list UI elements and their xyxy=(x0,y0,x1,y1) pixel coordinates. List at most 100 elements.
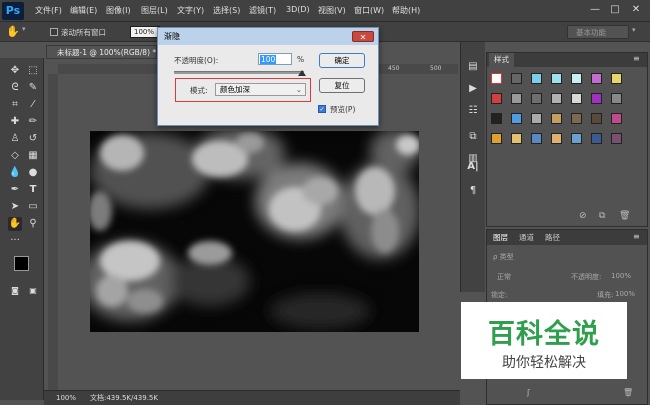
document-tab[interactable]: 未标题-1 @ 100%(RGB/8) * xyxy=(46,45,157,59)
style-swatch[interactable] xyxy=(531,113,542,124)
opacity-input[interactable]: 100 xyxy=(258,53,292,65)
blur-tool-icon[interactable]: 💧 xyxy=(8,166,22,180)
style-swatch[interactable] xyxy=(491,73,502,84)
type-tool-icon[interactable]: T xyxy=(26,183,40,197)
layers-menu-icon[interactable]: ≡ xyxy=(633,232,640,241)
style-swatch[interactable] xyxy=(491,93,502,104)
style-swatch[interactable] xyxy=(571,113,582,124)
style-swatch[interactable] xyxy=(611,133,622,144)
tab-styles[interactable]: 样式 xyxy=(489,53,514,67)
ok-button[interactable]: 确定 xyxy=(319,53,365,68)
history-panel-icon[interactable]: ▤ xyxy=(466,60,480,74)
style-swatch[interactable] xyxy=(531,93,542,104)
clear-style-icon[interactable]: ⊘ xyxy=(579,211,587,221)
menu-image[interactable]: 图像(I) xyxy=(106,5,131,16)
close-button[interactable]: ✕ xyxy=(628,3,644,17)
menu-layer[interactable]: 图层(L) xyxy=(141,5,168,16)
style-swatch[interactable] xyxy=(491,133,502,144)
style-swatch[interactable] xyxy=(591,93,602,104)
clone-stamp-tool-icon[interactable]: ♙ xyxy=(8,132,22,146)
dialog-title[interactable]: 渐隐 xyxy=(158,28,378,45)
style-swatch[interactable] xyxy=(571,73,582,84)
quick-mask-icon[interactable]: ◙ xyxy=(8,284,22,298)
path-select-tool-icon[interactable]: ➤ xyxy=(8,200,22,214)
dialog-close-button[interactable]: ✕ xyxy=(352,31,374,42)
menu-file[interactable]: 文件(F) xyxy=(35,5,62,16)
properties-panel-icon[interactable]: ⧉ xyxy=(466,130,480,144)
scroll-all-windows-checkbox[interactable] xyxy=(50,28,58,36)
style-swatch[interactable] xyxy=(511,73,522,84)
workspace-select[interactable]: 基本功能 xyxy=(567,25,629,39)
style-swatch[interactable] xyxy=(591,73,602,84)
marquee-tool-icon[interactable]: ⬚ xyxy=(26,64,40,78)
reset-button[interactable]: 复位 xyxy=(319,78,365,93)
panel-menu-icon[interactable]: ≡ xyxy=(633,54,640,63)
minimize-button[interactable]: — xyxy=(587,3,603,17)
adjustments-panel-icon[interactable]: ☷ xyxy=(466,104,480,118)
style-swatch[interactable] xyxy=(511,133,522,144)
status-zoom[interactable]: 100% xyxy=(56,391,76,405)
history-brush-tool-icon[interactable]: ↺ xyxy=(26,132,40,146)
delete-layer-icon[interactable]: 🗑 xyxy=(623,388,633,397)
style-swatch[interactable] xyxy=(551,133,562,144)
opacity-slider-thumb[interactable] xyxy=(298,70,306,76)
brush-tool-icon[interactable]: ✏ xyxy=(26,115,40,129)
layer-opacity-value[interactable]: 100% xyxy=(611,272,631,280)
tab-layers[interactable]: 图层 xyxy=(493,230,508,245)
menu-edit[interactable]: 编辑(E) xyxy=(70,5,97,16)
lasso-tool-icon[interactable]: ᘓ xyxy=(8,81,22,95)
pen-tool-icon[interactable]: ✒ xyxy=(8,183,22,197)
foreground-color-swatch[interactable] xyxy=(14,256,29,271)
menu-help[interactable]: 帮助(H) xyxy=(392,5,420,16)
style-swatch[interactable] xyxy=(591,133,602,144)
paragraph-panel-icon[interactable]: ¶ xyxy=(466,184,480,198)
document-canvas[interactable] xyxy=(90,131,419,332)
screen-mode-icon[interactable]: ▣ xyxy=(26,284,40,298)
style-swatch[interactable] xyxy=(491,113,502,124)
actions-panel-icon[interactable]: ▶ xyxy=(466,82,480,96)
maximize-button[interactable]: □ xyxy=(607,3,623,17)
style-swatch[interactable] xyxy=(611,113,622,124)
tab-channels[interactable]: 通道 xyxy=(519,230,534,245)
style-swatch[interactable] xyxy=(591,113,602,124)
style-swatch[interactable] xyxy=(511,93,522,104)
zoom-tool-icon[interactable]: ⚲ xyxy=(26,217,40,231)
blend-mode-select[interactable]: 正常 xyxy=(497,272,511,282)
healing-brush-tool-icon[interactable]: ✚ xyxy=(8,115,22,129)
new-style-icon[interactable]: ⧉ xyxy=(599,211,605,221)
menu-3d[interactable]: 3D(D) xyxy=(286,5,310,14)
more-tools-icon[interactable]: ··· xyxy=(8,234,22,248)
menu-filter[interactable]: 滤镜(T) xyxy=(249,5,276,16)
menu-view[interactable]: 视图(V) xyxy=(318,5,346,16)
character-panel-icon[interactable]: A| xyxy=(466,160,480,174)
style-swatch[interactable] xyxy=(511,113,522,124)
eraser-tool-icon[interactable]: ◇ xyxy=(8,149,22,163)
move-tool-icon[interactable]: ✥ xyxy=(8,64,22,78)
zoom-field[interactable]: 100% xyxy=(130,26,160,38)
dodge-tool-icon[interactable]: ● xyxy=(26,166,40,180)
tool-preset-arrow-icon[interactable]: ▾ xyxy=(22,25,26,33)
style-swatch[interactable] xyxy=(551,93,562,104)
hand-tool-button-icon[interactable]: ✋ xyxy=(8,217,22,231)
style-swatch[interactable] xyxy=(571,133,582,144)
eyedropper-tool-icon[interactable]: ⁄ xyxy=(26,98,40,112)
link-layers-icon[interactable]: ʃ xyxy=(527,388,530,397)
style-swatch[interactable] xyxy=(571,93,582,104)
opacity-slider[interactable] xyxy=(174,71,304,74)
preview-checkbox[interactable]: ✓ xyxy=(318,105,326,113)
tab-paths[interactable]: 路径 xyxy=(545,230,560,245)
style-swatch[interactable] xyxy=(611,93,622,104)
style-swatch[interactable] xyxy=(531,133,542,144)
shape-tool-icon[interactable]: ▭ xyxy=(26,200,40,214)
delete-style-icon[interactable]: 🗑 xyxy=(619,211,630,221)
style-swatch[interactable] xyxy=(551,73,562,84)
style-swatch[interactable] xyxy=(531,73,542,84)
style-swatch[interactable] xyxy=(551,113,562,124)
fill-value[interactable]: 100% xyxy=(615,290,635,298)
menu-select[interactable]: 选择(S) xyxy=(213,5,240,16)
gradient-tool-icon[interactable]: ▦ xyxy=(26,149,40,163)
menu-type[interactable]: 文字(Y) xyxy=(177,5,204,16)
mode-select[interactable]: 颜色加深 ⌄ xyxy=(215,83,306,96)
crop-tool-icon[interactable]: ⌗ xyxy=(8,98,22,112)
quick-select-tool-icon[interactable]: ✎ xyxy=(26,81,40,95)
